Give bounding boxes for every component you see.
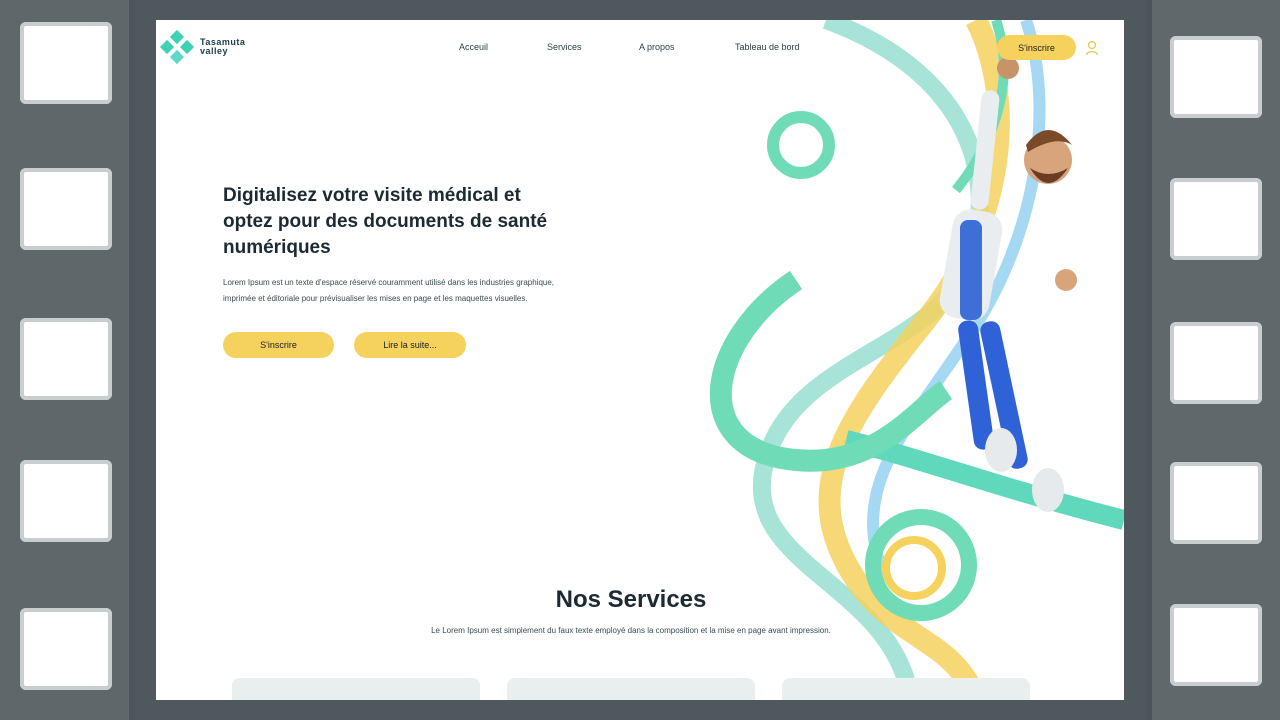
film-hole: [1170, 36, 1262, 118]
film-hole: [1170, 322, 1262, 404]
read-more-button[interactable]: Lire la suite...: [354, 332, 466, 358]
brand-name-line2: valley: [200, 46, 229, 56]
film-hole: [20, 22, 112, 104]
service-card[interactable]: [232, 678, 480, 700]
film-hole: [1170, 178, 1262, 260]
film-hole: [20, 168, 112, 250]
film-hole: [20, 318, 112, 400]
user-icon[interactable]: [1085, 40, 1099, 56]
film-hole: [1170, 462, 1262, 544]
nav-item-acceuil[interactable]: Acceuil: [459, 42, 547, 52]
services-subtitle: Le Lorem Ipsum est simplement du faux te…: [431, 626, 831, 635]
hero-description: Lorem Ipsum est un texte d'espace réserv…: [223, 278, 555, 303]
hero-signup-button[interactable]: S'inscrire: [223, 332, 334, 358]
film-strip-left: [0, 0, 135, 720]
film-hole: [1170, 604, 1262, 686]
main-nav: Acceuil Services A propos Tableau de bor…: [459, 42, 825, 52]
logo-icon: [159, 29, 195, 65]
hero-title: Digitalisez votre visite médical et opte…: [223, 185, 548, 258]
nav-item-services[interactable]: Services: [547, 42, 639, 52]
film-hole: [20, 608, 112, 690]
nav-item-tableau-de-bord[interactable]: Tableau de bord: [735, 42, 825, 52]
signup-button[interactable]: S'inscrire: [997, 35, 1076, 60]
web-page: Tasamuta valley Acceuil Services A propo…: [156, 20, 1124, 700]
services-title: Nos Services: [555, 586, 707, 613]
film-hole: [20, 460, 112, 542]
nav-item-a-propos[interactable]: A propos: [639, 42, 735, 52]
service-card[interactable]: [782, 678, 1030, 700]
film-strip-right: [1146, 0, 1280, 720]
service-card[interactable]: [507, 678, 755, 700]
brand-logo[interactable]: Tasamuta valley: [159, 29, 245, 65]
